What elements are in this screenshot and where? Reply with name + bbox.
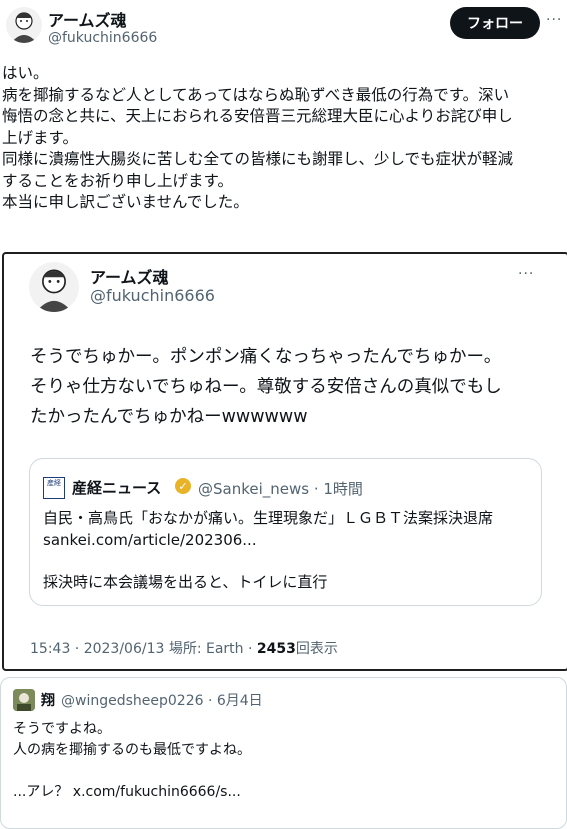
sankei-logo-icon: 産経 bbox=[43, 477, 65, 499]
embedded-author-name: アームズ魂 bbox=[90, 268, 169, 287]
embedded-text-line: そうでちゅかー。ポンポン痛くなっちゃったんでちゅかー。 bbox=[30, 347, 502, 367]
author-name[interactable]: アームズ魂 bbox=[48, 7, 127, 31]
post-text-line: はい。 bbox=[2, 64, 49, 82]
reply-author-handle: @wingedsheep0226 · 6月4日 bbox=[61, 693, 263, 709]
quoted-author-name: 産経ニュース bbox=[72, 479, 162, 497]
reply-author-name: 翔 bbox=[41, 693, 55, 709]
view-count: 2453 bbox=[256, 641, 296, 657]
embedded-text-line: たかったんでちゅかねーwwwwww bbox=[30, 407, 308, 427]
post-text-line: 上げます。 bbox=[2, 128, 78, 147]
post-text: はい。 病を揶揄するなど人としてあってはならぬ恥ずべき最低の行為です。深い 悔悟… bbox=[2, 63, 562, 214]
quoted-post-card: 産経 産経ニュース ✓ @Sankei_news · 1時間 自民・高鳥氏「おな… bbox=[29, 458, 542, 606]
follow-button[interactable]: フォロー bbox=[450, 7, 540, 39]
embedded-screenshot-image[interactable]: アームズ魂 @fukuchin6666 ··· そうでちゅかー。ポンポン痛くなっ… bbox=[2, 252, 567, 671]
sankei-logo-text: 産経 bbox=[47, 479, 61, 487]
more-options-icon[interactable]: ··· bbox=[546, 12, 562, 28]
quoted-link: sankei.com/article/202306... bbox=[43, 531, 257, 549]
author-handle[interactable]: @fukuchin6666 bbox=[48, 30, 157, 46]
post-text-line: 悔悟の念と共に、天上におられる安倍晋三元総理大臣に心よりお詫び申し bbox=[2, 107, 513, 125]
author-avatar[interactable] bbox=[6, 7, 42, 43]
quoted-author-handle: @Sankei_news · 1時間 bbox=[198, 480, 363, 498]
embedded-more-icon: ··· bbox=[518, 266, 535, 282]
quoted-reply-card[interactable]: 翔 @wingedsheep0226 · 6月4日 そうですよね。 人の病を揶揄… bbox=[0, 677, 567, 829]
embedded-meta-text: 15:43 · 2023/06/13 場所: Earth · bbox=[30, 641, 257, 657]
quoted-headline: 自民・高鳥氏「おなかが痛い。生理現象だ」ＬＧＢＴ法案採決退席 bbox=[43, 509, 494, 527]
reply-text-line: ...アレ？ x.com/fukuchin6666/s... bbox=[13, 784, 241, 800]
reply-text-line: 人の病を揶揄するのも最低ですよね。 bbox=[13, 742, 251, 758]
reply-text-line: そうですよね。 bbox=[13, 721, 111, 737]
embedded-text-line: そりゃ仕方ないでちゅねー。尊敬する安倍さんの真似でもし bbox=[30, 377, 502, 397]
embedded-author-handle: @fukuchin6666 bbox=[90, 286, 215, 305]
embedded-avatar bbox=[29, 262, 79, 312]
post-text-line: 病を揶揄するなど人としてあってはならぬ恥ずべき最低の行為です。深い bbox=[2, 85, 510, 104]
embedded-post-meta: 15:43 · 2023/06/13 場所: Earth · 2453回表示 bbox=[30, 638, 338, 658]
post-text-line: 本当に申し訳ございませんでした。 bbox=[2, 193, 249, 211]
post-text-line: することをお祈り申し上げます。 bbox=[2, 171, 233, 190]
verified-badge-icon: ✓ bbox=[175, 478, 191, 494]
post-text-line: 同様に潰瘍性大腸炎に苦しむ全ての皆様にも謝罪し、少しでも症状が軽減 bbox=[2, 150, 514, 168]
reply-avatar bbox=[13, 689, 35, 711]
embedded-tweet-text: そうでちゅかー。ポンポン痛くなっちゃったんでちゅかー。 そりゃ仕方ないでちゅねー… bbox=[30, 342, 545, 432]
quoted-body: 採決時に本会議場を出ると、トイレに直行 bbox=[43, 573, 328, 591]
view-count-label: 回表示 bbox=[295, 641, 338, 657]
